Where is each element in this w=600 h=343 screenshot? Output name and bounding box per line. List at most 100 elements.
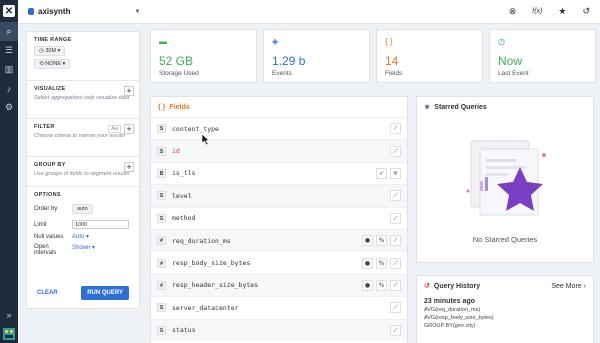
field-row[interactable]: # req_duration_ms ● % ⟋ — [151, 228, 407, 252]
see-more-link[interactable]: See More › — [551, 283, 586, 290]
chart-icon[interactable]: ⟋ — [390, 123, 401, 135]
history-icon[interactable]: ↺ — [582, 6, 590, 17]
stat-card-storage: ▬ 52 GB Storage Used — [150, 29, 257, 83]
type-badge: S — [157, 213, 166, 223]
chart-icon[interactable]: ⟋ — [390, 302, 401, 314]
percent-icon[interactable]: % — [376, 279, 387, 291]
rail-expand[interactable]: » — [0, 305, 18, 324]
history-header: ↺ Query History See More › — [417, 276, 593, 296]
history-query-line: AVG(resp_body_size_bytes) — [424, 315, 494, 321]
field-row[interactable]: B is_tls ✓ ✕ — [151, 161, 407, 184]
field-name: resp_header_size_bytes — [172, 281, 259, 290]
chart-icon[interactable]: ⟋ — [390, 235, 401, 247]
add-filter-button[interactable]: + — [124, 124, 134, 134]
star-icon: ★ — [424, 104, 431, 111]
field-name: id — [172, 147, 180, 156]
add-visualize-button[interactable]: + — [124, 86, 134, 96]
section-hint: Select aggregations help visualize data — [34, 95, 130, 101]
field-name: server_datacenter — [172, 303, 239, 312]
history-query-line: AVG(req_duration_ms) — [424, 307, 481, 313]
app-logo[interactable]: ✕ — [0, 0, 18, 22]
history-icon: ↺ — [424, 283, 430, 290]
field-name: level — [172, 191, 192, 200]
left-rail: ✕ ⌕ ☰ ▥ ♪ ⚙ » — [0, 0, 18, 343]
rail-book[interactable]: ▥ — [0, 60, 18, 79]
limit-input[interactable]: 1000 — [72, 220, 129, 229]
rail-bell[interactable]: ♪ — [0, 79, 18, 98]
history-item[interactable]: 23 minutes ago AVG(req_duration_ms) AVG(… — [417, 296, 593, 331]
time-range-section: TIME RANGE ◷ 30M ▾ ⟲ NONE ▾ — [27, 32, 139, 81]
expand-icon: » — [6, 309, 12, 320]
field-name: method — [172, 214, 196, 223]
braces-icon: { } — [385, 37, 393, 46]
type-badge: B — [157, 168, 166, 178]
datasource-selector[interactable]: axisynth ▼ — [28, 7, 140, 16]
chart-icon[interactable]: ⟋ — [390, 324, 401, 336]
null-values-select[interactable]: Auto ▾ — [72, 233, 89, 240]
field-row[interactable]: S status ⟋ — [151, 318, 407, 341]
stat-label: Last Event — [498, 70, 529, 77]
group-by-section: GROUP BY + Use groups of fields to segme… — [27, 157, 139, 187]
stat-label: Fields — [385, 70, 403, 77]
options-section: OPTIONS Order by auto Limit 1000 Null va… — [27, 187, 139, 261]
run-query-button[interactable]: RUN QUERY — [81, 286, 129, 300]
starred-header: ★ Starred Queries — [417, 97, 593, 117]
field-row[interactable]: S server_datacenter ⟋ — [151, 296, 407, 318]
star-icon[interactable]: ★ — [558, 6, 566, 17]
field-row[interactable]: S method ⟋ — [151, 206, 407, 229]
field-row[interactable]: # resp_body_size_bytes ● % ⟋ — [151, 251, 407, 273]
drop-icon[interactable]: ● — [362, 257, 373, 269]
type-badge: S — [157, 146, 166, 156]
clear-button[interactable]: CLEAR — [37, 290, 58, 296]
chart-icon[interactable]: ⟋ — [390, 190, 401, 202]
percent-icon[interactable]: % — [376, 235, 387, 247]
drop-icon[interactable]: ● — [362, 235, 373, 247]
order-by-select[interactable]: auto — [72, 204, 93, 214]
limit-label: Limit — [34, 221, 47, 228]
rail-settings[interactable]: ⚙ — [0, 98, 18, 117]
fields-panel: { } Fields S content_type ⟋ S id ⟋ B is_… — [150, 96, 408, 343]
time-range-dropdown[interactable]: ◷ 30M ▾ — [34, 46, 66, 56]
layers-icon: ◈ — [272, 37, 279, 46]
field-name: resp_body_size_bytes — [172, 259, 251, 268]
compare-dropdown[interactable]: ⟲ NONE ▾ — [34, 59, 71, 69]
field-row[interactable]: S content_type ⟋ — [151, 117, 407, 139]
function-icon[interactable]: f(x) — [532, 8, 542, 15]
type-badge: S — [157, 303, 166, 313]
check-icon[interactable]: ✓ — [376, 167, 387, 179]
type-badge: S — [157, 124, 166, 134]
chart-icon[interactable]: ⟋ — [390, 145, 401, 157]
query-history-panel: ↺ Query History See More › 23 minutes ag… — [416, 275, 594, 343]
rail-search[interactable]: ⌕ — [0, 22, 18, 41]
stat-label: Events — [272, 70, 292, 77]
close-circle-icon[interactable]: ⊗ — [509, 6, 517, 17]
field-row[interactable]: # resp_header_size_bytes ● % ⟋ — [151, 273, 407, 297]
stat-value: 1.29 b — [272, 54, 306, 68]
case-sensitivity-toggle[interactable]: Aa — [108, 125, 121, 133]
close-icon[interactable]: ✕ — [390, 167, 401, 179]
add-group-by-button[interactable]: + — [124, 162, 134, 172]
database-icon: ▬ — [159, 37, 167, 46]
field-row[interactable]: S level ⟋ — [151, 184, 407, 207]
chevron-down-icon: ▼ — [134, 8, 141, 15]
chart-icon[interactable]: ⟋ — [390, 212, 401, 224]
field-name: content_type — [172, 124, 219, 133]
type-badge: # — [157, 236, 166, 246]
percent-icon[interactable]: % — [376, 257, 387, 269]
rail-list[interactable]: ☰ — [0, 41, 18, 60]
open-intervals-select[interactable]: Shown ▾ — [72, 244, 95, 251]
field-row[interactable]: S id ⟋ — [151, 139, 407, 162]
braces-icon: { } — [158, 103, 166, 111]
order-by-label: Order by — [34, 206, 58, 212]
datasource-name: axisynth — [38, 7, 71, 16]
open-intervals-label: Open intervals — [34, 244, 57, 256]
database-icon — [28, 8, 34, 15]
empty-state-illustration — [466, 140, 546, 216]
stat-card-events: ◈ 1.29 b Events — [263, 29, 370, 83]
chart-icon[interactable]: ⟋ — [390, 279, 401, 291]
drop-icon[interactable]: ● — [362, 279, 373, 291]
mouse-cursor-icon — [202, 134, 210, 145]
chart-icon[interactable]: ⟋ — [390, 257, 401, 269]
rail-avatar[interactable] — [0, 324, 18, 343]
stat-value: Now — [498, 54, 523, 68]
